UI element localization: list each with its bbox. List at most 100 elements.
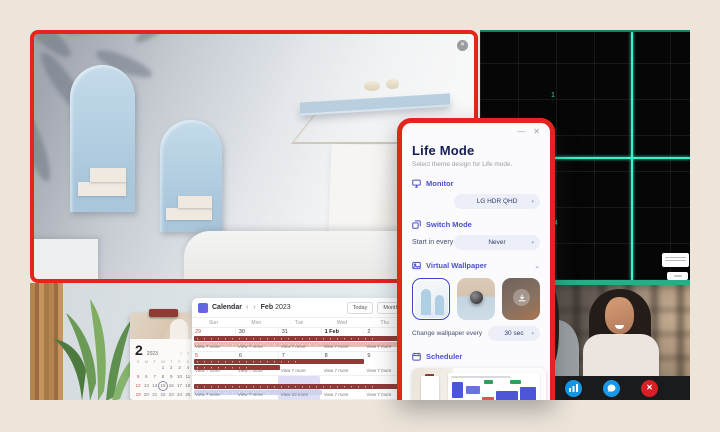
close-button[interactable]: ✕ <box>533 128 540 136</box>
wallpaper-interval-select[interactable]: 30 sec▾ <box>488 326 540 341</box>
view-more-link[interactable]: View 7 more <box>235 392 278 398</box>
wall-calendar-date: 13 <box>142 383 150 389</box>
wallpaper-thumb-download[interactable] <box>502 278 540 320</box>
wall-calendar-date: 6 <box>142 374 150 380</box>
switch-interval-select[interactable]: Never▾ <box>454 235 540 250</box>
chat-button[interactable] <box>603 380 620 397</box>
switch-mode-label: Switch Mode <box>426 220 472 229</box>
wall-calendar-date: 3 <box>175 365 183 371</box>
view-more-link[interactable]: View 7 more <box>321 368 364 374</box>
wall-calendar-date: 12 <box>134 383 142 389</box>
wall-calendar-date <box>134 365 142 371</box>
wall-calendar-day-letters: SMTWTFS <box>134 359 192 364</box>
wall-calendar-nav: ‹ › <box>180 351 191 357</box>
virtual-wallpaper-label: Virtual Wallpaper <box>426 261 487 270</box>
virtual-wallpaper-icon <box>412 261 421 270</box>
view-more-link[interactable]: View 10 more <box>278 392 321 398</box>
calendar-month-year: Feb 2023 <box>261 304 291 311</box>
wall-calendar-month: 2 <box>135 342 143 358</box>
grid-tooltip <box>662 253 689 267</box>
view-more-link[interactable]: View 7 more <box>321 392 364 398</box>
virtual-wallpaper-section: Virtual Wallpaper ⌄ <box>412 261 540 270</box>
date-cell: 31 <box>278 328 321 335</box>
life-mode-panel: — ✕ Life Mode Select theme design for Li… <box>397 118 555 400</box>
wall-calendar-date: 17 <box>175 383 183 389</box>
calendar-app-icon <box>198 303 208 313</box>
wall-calendar-date: 18 <box>184 383 192 389</box>
view-more-link[interactable]: View 7 more <box>192 344 235 350</box>
grid-tooltip-button[interactable] <box>667 272 688 280</box>
wall-calendar-date: 2 <box>167 365 175 371</box>
wall-calendar-date: 19 <box>134 392 142 398</box>
monitor-select[interactable]: LG HDR QHD▾ <box>454 194 540 209</box>
monitor-label: Monitor <box>426 179 454 188</box>
wall-calendar-date: 21 <box>151 392 159 398</box>
wall-calendar-date: 20 <box>142 392 150 398</box>
wall-calendar-date: 22 <box>159 392 167 398</box>
today-button[interactable]: Today <box>347 302 374 314</box>
video-call-window: ✕ <box>553 283 690 400</box>
wall-calendar-date: 4 <box>184 365 192 371</box>
download-icon <box>513 289 530 306</box>
wall-calendar-date: 24 <box>175 392 183 398</box>
wall-calendar-year: 2023 <box>147 351 158 357</box>
panel-subtitle: Select theme design for Life mode. <box>412 161 540 168</box>
monitor-section: Monitor <box>412 179 540 188</box>
participant-shirt <box>583 334 659 376</box>
view-more-link[interactable]: View 7 more <box>235 368 278 374</box>
leaf-shadow <box>30 30 264 224</box>
monitor-icon <box>412 179 421 188</box>
chevron-down-icon[interactable]: ⌄ <box>534 262 540 270</box>
switch-mode-icon <box>412 220 421 229</box>
date-cell: 5 <box>192 352 235 359</box>
wall-calendar-date: 1 <box>159 365 167 371</box>
view-more-link[interactable]: View 7 more <box>321 344 364 350</box>
view-more-link[interactable]: View 7 more <box>235 344 278 350</box>
wall-calendar-date <box>151 365 159 371</box>
day-header: Tue <box>278 320 321 326</box>
wallpaper-thumb-object-scene[interactable] <box>457 278 495 320</box>
minimize-button[interactable]: — <box>517 128 525 136</box>
day-header: Mon <box>235 320 278 326</box>
scheduler-section: Scheduler <box>412 352 540 361</box>
wall-calendar-date: 7 <box>151 374 159 380</box>
wall-calendar-date: 25 <box>184 392 192 398</box>
view-more-link[interactable]: View 7 more <box>192 392 235 398</box>
wall-calendar-date: 8 <box>159 374 167 380</box>
wall-calendar-date: 15 <box>159 383 167 389</box>
wall-calendar-date: 9 <box>167 374 175 380</box>
date-cell: 6 <box>235 352 278 359</box>
stats-button[interactable] <box>565 380 582 397</box>
calendar-clip <box>149 309 178 317</box>
shelf-object <box>364 81 380 91</box>
white-box <box>328 144 405 239</box>
wall-calendar-grid: 1234567891011121314151617181920212223242… <box>134 365 192 400</box>
switch-mode-section: Switch Mode <box>412 220 540 229</box>
shelf-object <box>386 79 399 89</box>
call-control-bar: ✕ <box>553 376 690 400</box>
wall-calendar: 2 2023 ‹ › SMTWTFS 123456789101112131415… <box>130 313 196 400</box>
date-cell: 1 Feb <box>321 328 364 335</box>
calendar-next-button[interactable]: › <box>253 304 256 311</box>
date-cell: 30 <box>235 328 278 335</box>
view-more-link[interactable]: View 7 more <box>192 368 235 374</box>
end-call-button[interactable]: ✕ <box>641 380 658 397</box>
close-icon[interactable]: ✕ <box>457 40 468 51</box>
event-bar <box>194 359 364 364</box>
white-pedestal <box>30 239 98 283</box>
calendar-app-title: Calendar <box>212 304 242 311</box>
panel-title: Life Mode <box>412 143 540 158</box>
scheduler-label: Scheduler <box>426 352 462 361</box>
date-cell: 8 <box>321 352 364 359</box>
view-more-link[interactable]: View 7 more <box>278 344 321 350</box>
wall-calendar-date: 16 <box>167 383 175 389</box>
wallpaper-thumb-arch-room[interactable] <box>412 278 450 320</box>
lg-marketing-composite: 2 2023 ‹ › SMTWTFS 123456789101112131415… <box>0 0 720 432</box>
view-more-link[interactable]: View 7 more <box>278 368 321 374</box>
wallpaper-thumbnails <box>412 278 540 320</box>
grid-marker-1: 1 <box>551 92 555 99</box>
wall-calendar-date: 10 <box>175 374 183 380</box>
calendar-prev-button[interactable]: ‹ <box>246 304 249 311</box>
wall-calendar-date: 11 <box>184 374 192 380</box>
scheduler-preview[interactable] <box>412 368 546 400</box>
